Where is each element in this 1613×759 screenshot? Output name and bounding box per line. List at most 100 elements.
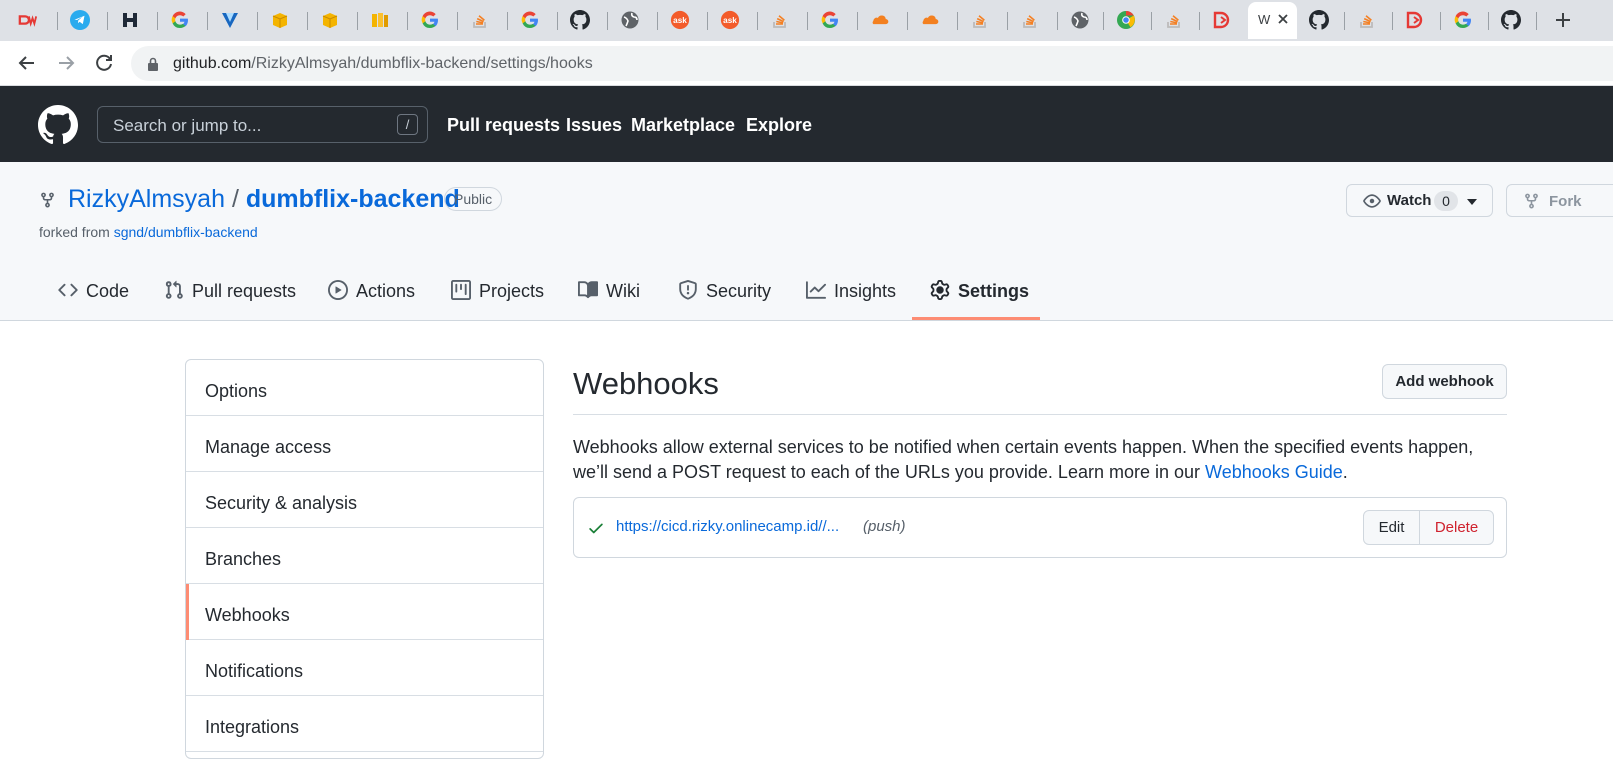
box-icon <box>322 13 338 28</box>
sidebar-item-label: Notifications <box>205 661 304 681</box>
webhook-list-item: https://cicd.rizky.onlinecamp.id//... (p… <box>573 497 1507 558</box>
cloudflare-icon <box>872 15 889 25</box>
tab-label: Insights <box>834 281 897 301</box>
browser-tab[interactable] <box>908 2 958 39</box>
github-icon <box>570 10 590 30</box>
forked-source-link[interactable]: sgnd/dumbflix-backend <box>114 224 258 240</box>
edit-webhook-button[interactable]: Edit <box>1363 510 1420 545</box>
browser-tab[interactable] <box>1441 2 1489 39</box>
browser-tab[interactable]: ask <box>708 2 758 39</box>
browser-tab[interactable] <box>858 2 908 39</box>
webhook-url-link[interactable]: https://cicd.rizky.onlinecamp.id//... <box>616 518 839 535</box>
browser-tab[interactable] <box>1152 2 1200 39</box>
repo-owner-link[interactable]: RizkyAlmsyah <box>68 185 225 213</box>
browser-tab[interactable] <box>0 2 58 39</box>
browser-tab[interactable] <box>1393 2 1441 39</box>
sidebar-item-label: Manage access <box>205 437 332 457</box>
watch-count: 0 <box>1434 191 1458 211</box>
browser-tab[interactable] <box>1008 2 1058 39</box>
browser-tab[interactable] <box>758 2 808 39</box>
page-title: Webhooks <box>573 366 719 401</box>
url-text: github.com/RizkyAlmsyah/dumbflix-backend… <box>173 55 593 73</box>
nav-explore[interactable]: Explore <box>746 115 812 136</box>
watch-label: Watch <box>1387 192 1432 209</box>
back-arrow-icon[interactable] <box>14 50 40 76</box>
browser-tab[interactable] <box>1104 2 1152 39</box>
github-icon <box>1309 10 1329 30</box>
sidebar-item-integrations[interactable]: Integrations <box>186 696 543 752</box>
delete-webhook-button[interactable]: Delete <box>1419 510 1494 545</box>
browser-tab[interactable] <box>608 2 658 39</box>
browser-tab[interactable] <box>1489 2 1537 39</box>
webhooks-guide-link[interactable]: Webhooks Guide <box>1205 462 1343 482</box>
sidebar-item-branches[interactable]: Branches <box>186 528 543 584</box>
browser-tab-strip: ask ask W <box>0 0 1613 41</box>
tab-label: Actions <box>356 281 416 301</box>
close-icon[interactable] <box>1274 10 1292 28</box>
browser-tab[interactable] <box>58 2 108 39</box>
pull-request-icon <box>165 280 183 299</box>
sidebar-item-label: Webhooks <box>205 605 290 625</box>
browser-tab[interactable] <box>408 2 458 39</box>
github-icon <box>1501 10 1521 30</box>
browser-tab-active[interactable]: W <box>1248 2 1297 39</box>
url-host: github.com <box>173 55 252 72</box>
graph-icon <box>806 281 826 299</box>
lock-icon[interactable] <box>146 56 160 72</box>
browser-tab[interactable] <box>108 2 158 39</box>
sidebar-item-label: Security & analysis <box>205 493 358 513</box>
tab-label: Security <box>706 281 772 301</box>
forward-arrow-icon[interactable] <box>53 50 79 76</box>
webhook-event: (push) <box>863 518 906 535</box>
project-icon <box>451 280 471 300</box>
forked-from-note: forked from sgnd/dumbflix-backend <box>39 224 258 240</box>
watch-button[interactable]: Watch 0 <box>1346 184 1493 217</box>
chrome-icon <box>1117 10 1135 29</box>
browser-tab[interactable] <box>1058 2 1104 39</box>
browser-tab[interactable] <box>158 2 208 39</box>
browser-toolbar: github.com/RizkyAlmsyah/dumbflix-backend… <box>0 41 1613 86</box>
sidebar-item-notifications[interactable]: Notifications <box>186 640 543 696</box>
browser-tab[interactable] <box>958 2 1008 39</box>
nav-issues[interactable]: Issues <box>566 115 622 136</box>
eye-icon <box>1363 194 1381 208</box>
sidebar-item-manage-access[interactable]: Manage access <box>186 416 543 472</box>
sidebar-item-security-analysis[interactable]: Security & analysis <box>186 472 543 528</box>
add-webhook-button[interactable]: Add webhook <box>1382 364 1507 399</box>
repo-name-link[interactable]: dumbflix-backend <box>246 185 460 213</box>
browser-tab[interactable] <box>558 2 608 39</box>
browser-tab[interactable] <box>308 2 358 39</box>
browser-tab[interactable] <box>1297 2 1345 39</box>
repo-forked-icon <box>1525 193 1538 209</box>
github-logo-icon[interactable] <box>38 105 78 145</box>
repo-title-separator: / <box>231 185 239 213</box>
book-icon <box>578 281 598 299</box>
new-tab-icon[interactable] <box>1553 10 1573 30</box>
dicoding-icon <box>1213 11 1230 29</box>
browser-tab[interactable]: ask <box>658 2 708 39</box>
sidebar-item-options[interactable]: Options <box>186 360 543 416</box>
sidebar-item-webhooks[interactable]: Webhooks <box>186 584 543 640</box>
browser-tab[interactable] <box>1200 2 1246 39</box>
selected-tab-underline <box>912 317 1040 320</box>
askfm-icon: ask <box>670 10 690 30</box>
settings-sidebar: Options Manage access Security & analysi… <box>185 359 544 759</box>
browser-tab[interactable] <box>358 2 408 39</box>
reload-icon[interactable] <box>91 50 117 76</box>
tab-label: Projects <box>479 281 545 301</box>
github-header: Search or jump to... / Pull requests Iss… <box>0 86 1613 162</box>
browser-tab[interactable] <box>508 2 558 39</box>
browser-tab[interactable] <box>1345 2 1393 39</box>
address-bar[interactable]: github.com/RizkyAlmsyah/dumbflix-backend… <box>131 46 1613 81</box>
browser-tab[interactable] <box>208 2 258 39</box>
stackoverflow-icon <box>1360 15 1373 28</box>
forked-from-label: forked from <box>39 224 110 240</box>
fork-button[interactable]: Fork <box>1506 184 1613 217</box>
search-input[interactable]: Search or jump to... / <box>97 106 428 143</box>
browser-tab[interactable] <box>258 2 308 39</box>
nav-marketplace[interactable]: Marketplace <box>631 115 735 136</box>
browser-tab[interactable] <box>808 2 858 39</box>
nav-pull-requests[interactable]: Pull requests <box>447 115 560 136</box>
browser-tab[interactable] <box>458 2 508 39</box>
url-path: /RizkyAlmsyah/dumbflix-backend/settings/… <box>251 55 593 72</box>
